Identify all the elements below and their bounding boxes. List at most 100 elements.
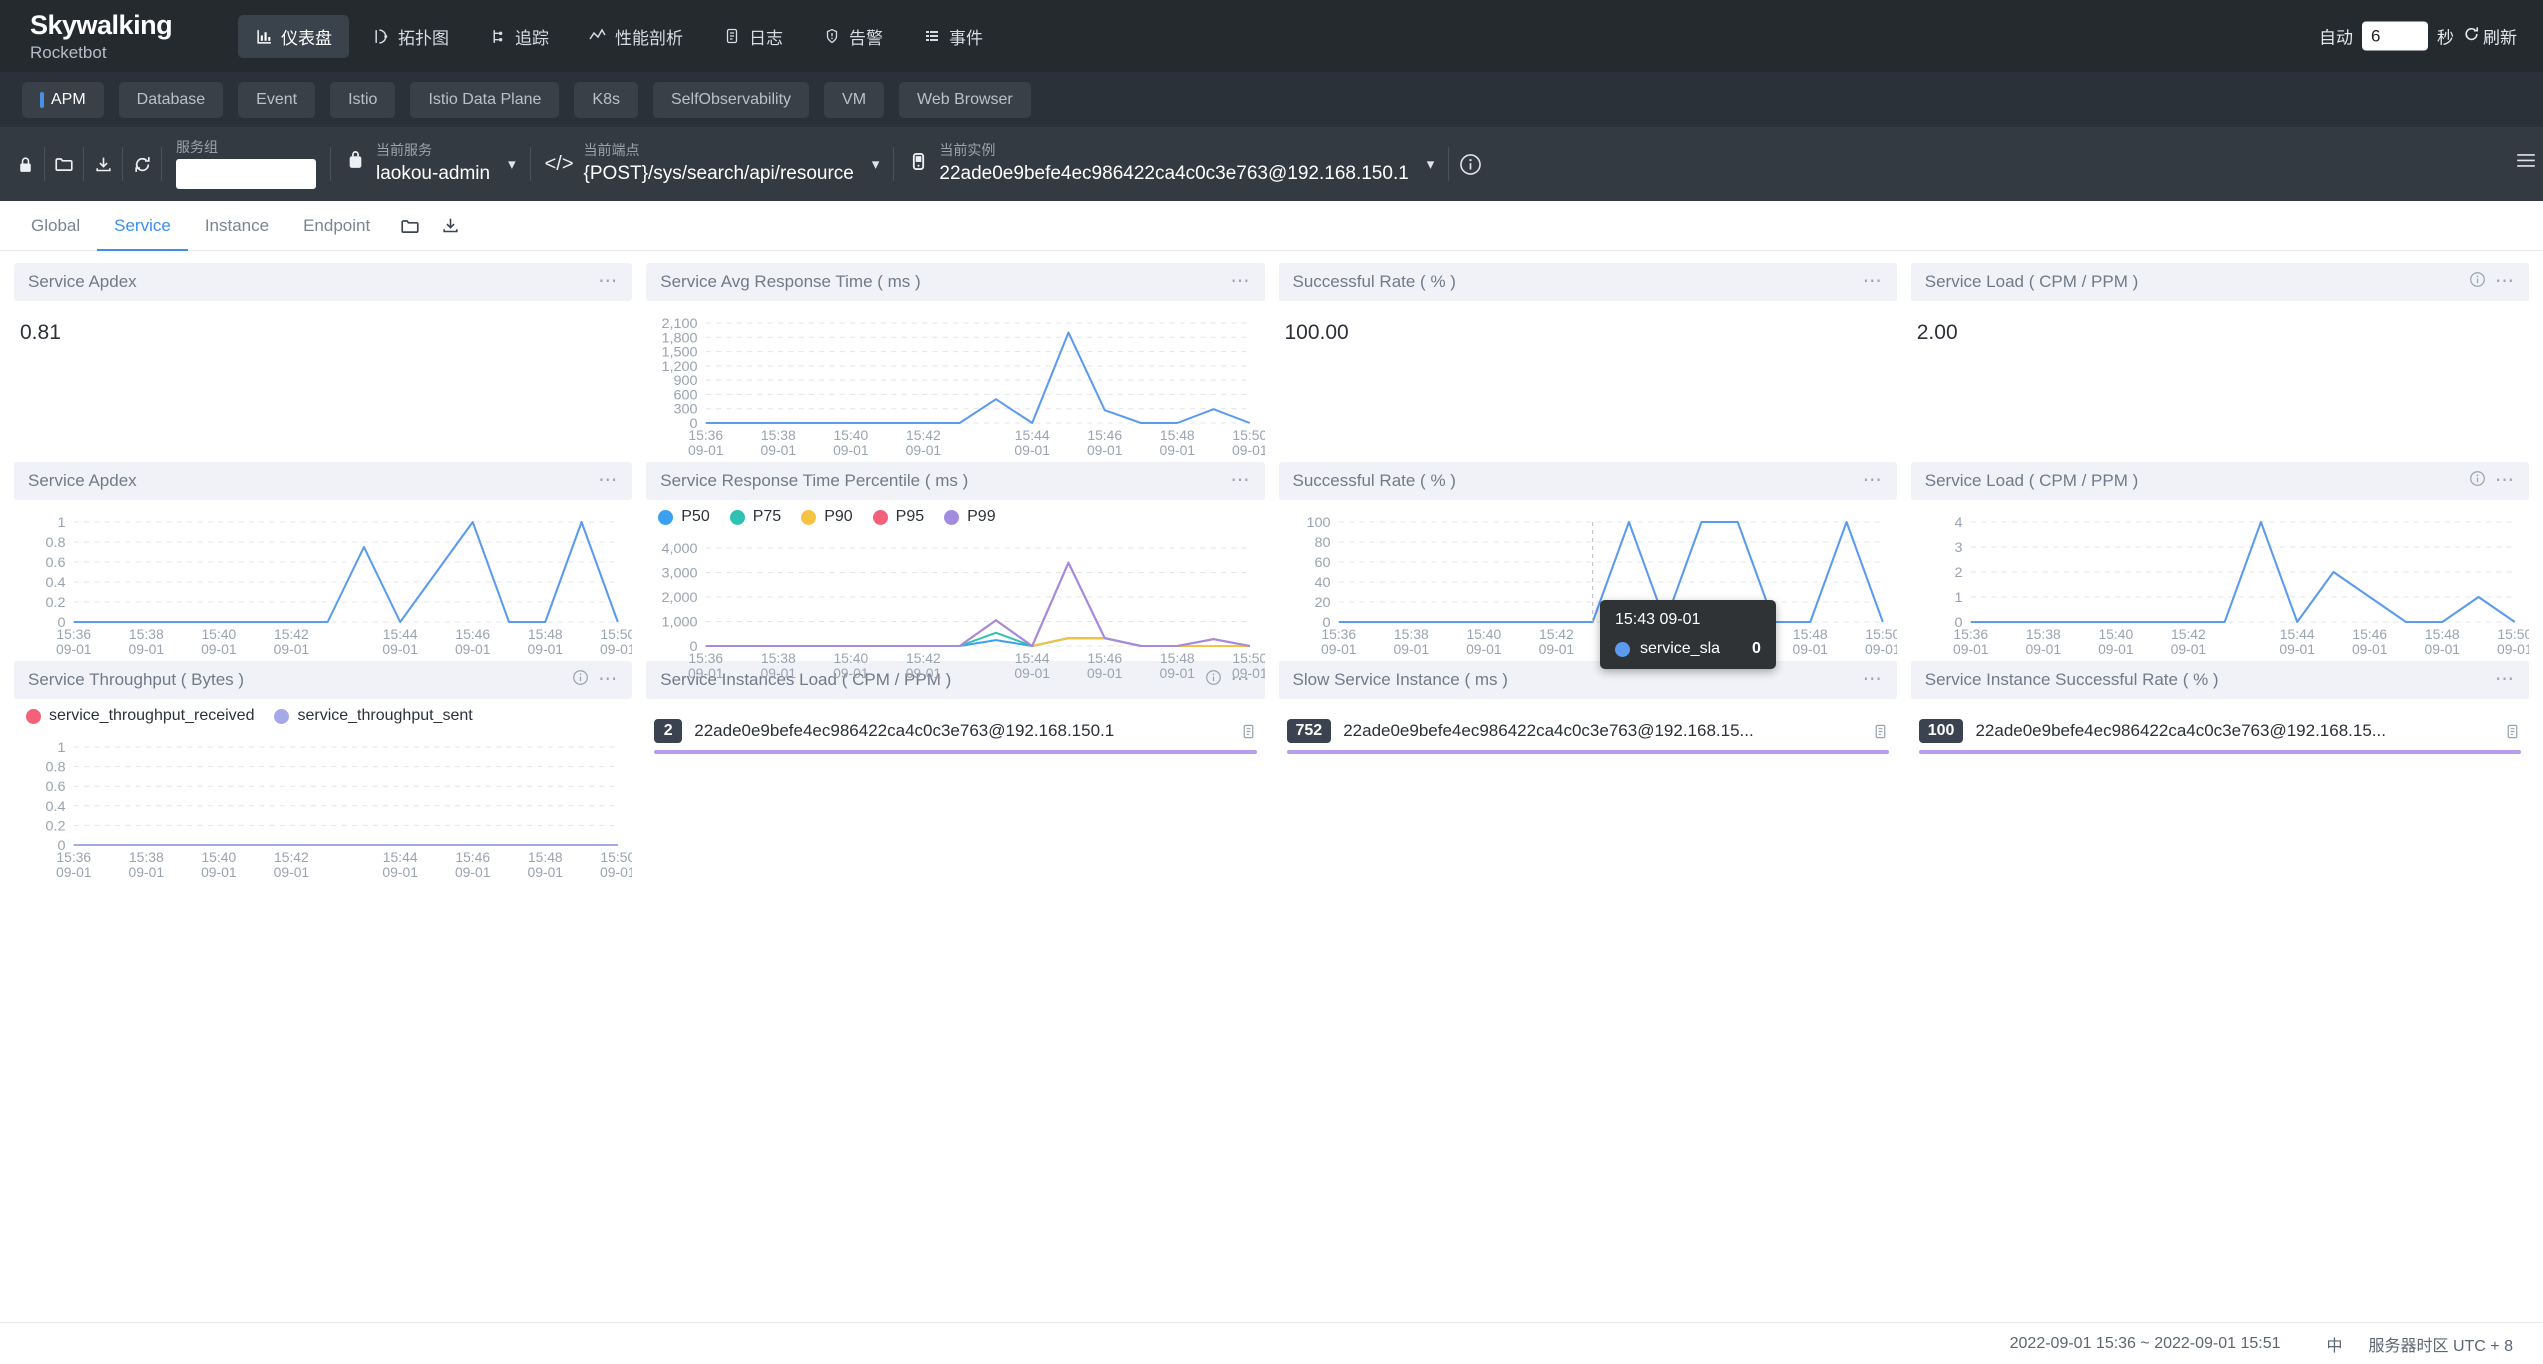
layer-tab-label: Istio	[348, 90, 378, 108]
reload-icon[interactable]	[125, 147, 159, 181]
layer-tab-selfobservability[interactable]: SelfObservability	[652, 81, 810, 118]
chart-successful-rate[interactable]: 0 20 40 60 80 100 15:36 09-01 15:38 09-01 15:40 09-…	[1279, 500, 1897, 670]
panel-header: Service Load ( CPM / PPM ) ⋯	[1910, 263, 2529, 301]
panel-menu-icon[interactable]: ⋯	[2495, 272, 2515, 291]
chevron-down-icon[interactable]: ▾	[1427, 155, 1435, 173]
panel-menu-icon[interactable]: ⋯	[2495, 471, 2515, 490]
tab-endpoint[interactable]: Endpoint	[286, 201, 387, 251]
layer-tab-label: Database	[136, 90, 206, 108]
legend-item[interactable]: P90	[801, 508, 853, 526]
nav-item-event[interactable]: 事件	[906, 15, 1000, 58]
dashboard-row-1: Service Apdex ⋯ 0.81 Service Avg Respons…	[14, 263, 2529, 458]
layer-tab-event[interactable]: Event	[238, 81, 316, 118]
info-icon[interactable]	[1451, 145, 1489, 183]
svg-text:09-01: 09-01	[1393, 642, 1429, 657]
nav-item-trace[interactable]: 追踪	[472, 15, 566, 58]
panel-menu-icon[interactable]: ⋯	[2495, 670, 2515, 689]
refresh-button[interactable]: 刷新	[2463, 24, 2517, 49]
chart-avg-response-time[interactable]: 0 300 600 900 1,200 1,500 1,800 2,100 15:36 09-01…	[646, 301, 1265, 463]
layer-tab-istio[interactable]: Istio	[330, 81, 396, 118]
svg-text:09-01: 09-01	[274, 642, 310, 657]
brand-logo[interactable]: Skywalking Rocketbot	[30, 11, 210, 61]
list-item[interactable]: 2 22ade0e9befe4ec986422ca4c0c3e763@192.1…	[646, 709, 1264, 743]
chart-service-throughput[interactable]: 0 0.2 0.4 0.6 0.8 1 15:36 09-01 15:38 09-01 15:40 0…	[14, 725, 632, 885]
info-icon[interactable]	[572, 669, 589, 691]
refresh-interval-input[interactable]	[2362, 21, 2428, 51]
legend-item[interactable]: P95	[872, 508, 924, 526]
nav-item-label: 事件	[949, 28, 983, 48]
current-service-selector[interactable]: 当前服务 laokou-admin ▾	[333, 142, 528, 185]
svg-text:09-01: 09-01	[2424, 642, 2460, 657]
divider	[83, 147, 84, 181]
layer-tab-apm[interactable]: APM	[22, 81, 104, 118]
tab-instance[interactable]: Instance	[188, 201, 286, 251]
chevron-down-icon[interactable]: ▾	[508, 155, 516, 173]
nav-item-topology[interactable]: 拓扑图	[355, 15, 466, 58]
svg-text:0.8: 0.8	[45, 760, 65, 776]
panel-tools: ⋯	[1863, 471, 1883, 490]
legend-item[interactable]: service_throughput_sent	[274, 707, 473, 725]
panel-menu-icon[interactable]: ⋯	[1863, 272, 1883, 291]
time-range-label: 2022-09-01 15:36 ~ 2022-09-01 15:51	[2009, 1334, 2281, 1352]
language-toggle[interactable]: 中	[2327, 1332, 2343, 1356]
download-icon[interactable]	[86, 147, 120, 181]
tab-global[interactable]: Global	[14, 201, 97, 251]
folder-icon[interactable]	[393, 209, 427, 243]
panel-menu-icon[interactable]: ⋯	[1863, 471, 1883, 490]
folder-icon[interactable]	[47, 147, 81, 181]
lock-icon[interactable]	[8, 147, 42, 181]
panel-menu-icon[interactable]: ⋯	[598, 471, 618, 490]
nav-item-log[interactable]: 日志	[706, 15, 800, 58]
nav-item-dashboard[interactable]: 仪表盘	[238, 14, 349, 58]
svg-text:09-01: 09-01	[688, 443, 724, 458]
layer-tab-k8s[interactable]: K8s	[574, 81, 638, 118]
svg-text:20: 20	[1314, 595, 1330, 611]
chart-line-Service Apdex	[73, 521, 619, 623]
legend-item[interactable]: P50	[658, 508, 710, 526]
dashboard-board: Service Apdex ⋯ 0.81 Service Avg Respons…	[0, 251, 2543, 1322]
layer-tab-istio-data-plane[interactable]: Istio Data Plane	[410, 81, 560, 118]
divider	[44, 147, 45, 181]
info-icon[interactable]	[2469, 271, 2486, 293]
chart-svg: 01,0002,0003,0004,00015:3609-0115:3809-0…	[662, 541, 1265, 681]
chart-line-service_sla	[1338, 521, 1884, 623]
legend-item[interactable]: P75	[729, 508, 781, 526]
info-icon[interactable]	[2469, 470, 2486, 492]
clipboard-icon[interactable]	[1240, 723, 1257, 740]
svg-text:09-01: 09-01	[1953, 642, 1989, 657]
list-item[interactable]: 100 22ade0e9befe4ec986422ca4c0c3e763@192…	[1911, 709, 2529, 743]
svg-text:15:50: 15:50	[2497, 627, 2529, 642]
panel-menu-icon[interactable]: ⋯	[1231, 272, 1251, 291]
nav-item-alarm[interactable]: 告警	[806, 15, 900, 58]
svg-text:09-01: 09-01	[56, 642, 92, 657]
clipboard-icon[interactable]	[1872, 723, 1889, 740]
svg-text:3: 3	[1954, 540, 1962, 556]
panel-tools: ⋯	[1863, 272, 1883, 291]
selector-expand-icon[interactable]	[2515, 151, 2537, 178]
nav-item-profile[interactable]: 性能剖析	[572, 15, 700, 58]
layer-tab-vm[interactable]: VM	[824, 81, 885, 118]
refresh-label: 刷新	[2483, 28, 2517, 48]
legend-item[interactable]: service_throughput_received	[26, 707, 254, 725]
chart-response-time-percentile[interactable]: 0 1,000 2,000 3,000 4,000 15:36 09-01 15:38 09-0…	[646, 526, 1265, 686]
chart-service-apdex[interactable]: 0 0.2 0.4 0.6 0.8 1 15:36 09-01 15:38 09-01 15:40 0…	[14, 500, 632, 662]
panel-service-instances-load: Service Instances Load ( CPM / PPM ) ⋯ 2…	[646, 661, 1265, 891]
layer-tab-database[interactable]: Database	[118, 81, 224, 118]
list-item[interactable]: 752 22ade0e9befe4ec986422ca4c0c3e763@192…	[1279, 709, 1897, 743]
panel-menu-icon[interactable]: ⋯	[598, 670, 618, 689]
chevron-down-icon[interactable]: ▾	[872, 155, 880, 173]
legend-item[interactable]: P99	[944, 508, 996, 526]
download-icon[interactable]	[433, 209, 467, 243]
nav-item-label: 日志	[749, 28, 783, 48]
current-instance-selector[interactable]: 当前实例 22ade0e9befe4ec986422ca4c0c3e763@19…	[896, 142, 1446, 185]
panel-menu-icon[interactable]: ⋯	[1231, 471, 1251, 490]
panel-menu-icon[interactable]: ⋯	[598, 272, 618, 291]
service-group-input[interactable]	[176, 158, 316, 189]
chart-service-load[interactable]: 0 1 2 3 4 15:36 09-01 15:38 09-01 15:40 09-01 15:42…	[1911, 500, 2529, 662]
clipboard-icon[interactable]	[2504, 723, 2521, 740]
legend-label: service_throughput_sent	[297, 707, 473, 724]
current-endpoint-selector[interactable]: </> 当前端点 {POST}/sys/search/api/resource …	[533, 142, 892, 185]
panel-menu-icon[interactable]: ⋯	[1863, 670, 1883, 689]
tab-service[interactable]: Service	[97, 201, 188, 251]
layer-tab-web-browser[interactable]: Web Browser	[899, 81, 1031, 118]
